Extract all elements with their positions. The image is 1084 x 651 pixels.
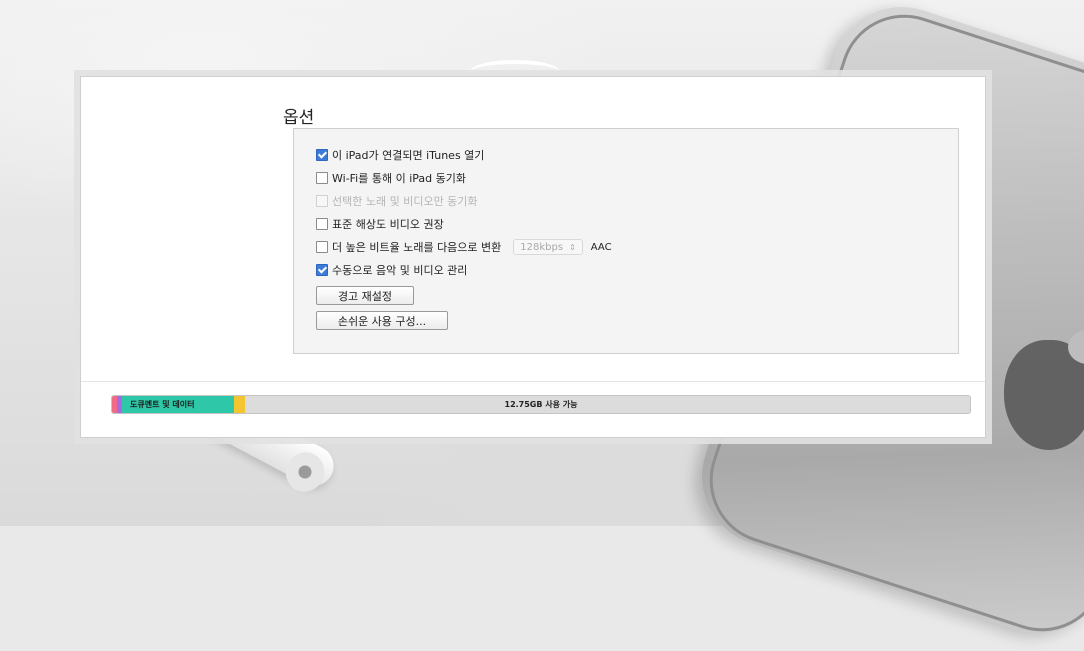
checkbox-wifi-sync[interactable] xyxy=(316,172,328,184)
option-label: 표준 해상도 비디오 권장 xyxy=(332,218,444,231)
option-manual-manage[interactable]: 수동으로 음악 및 비디오 관리 xyxy=(316,262,467,278)
bitrate-value: 128kbps xyxy=(520,241,564,253)
option-label: 수동으로 음악 및 비디오 관리 xyxy=(332,264,468,277)
storage-capacity-bar: 도큐멘트 및 데이터 12.75GB 사용 가능 xyxy=(111,395,971,414)
options-box: 이 iPad가 연결되면 iTunes 열기 Wi-Fi를 통해 이 iPad … xyxy=(293,128,959,354)
bitrate-select[interactable]: 128kbps ⇕ xyxy=(513,239,583,255)
divider xyxy=(81,381,985,382)
option-prefer-sd-video[interactable]: 표준 해상도 비디오 권장 xyxy=(316,216,444,232)
section-title: 옵션 xyxy=(283,108,315,128)
codec-label: AAC xyxy=(590,241,612,253)
accessibility-button[interactable]: 손쉬운 사용 구성... xyxy=(316,311,448,330)
option-label: 더 높은 비트율 노래를 다음으로 변환 xyxy=(332,241,502,254)
checkbox-prefer-sd-video[interactable] xyxy=(316,218,328,230)
updown-arrow-icon: ⇕ xyxy=(569,242,576,252)
checkbox-convert-bitrate[interactable] xyxy=(316,241,328,253)
option-wifi-sync[interactable]: Wi-Fi를 통해 이 iPad 동기화 xyxy=(316,170,466,186)
option-sync-checked-only: 선택한 노래 및 비디오만 동기화 xyxy=(316,193,478,209)
checkbox-sync-checked-only xyxy=(316,195,328,207)
reset-warnings-button[interactable]: 경고 재설정 xyxy=(316,286,414,305)
checkbox-manual-manage[interactable] xyxy=(316,264,328,276)
itunes-options-panel: 옵션 이 iPad가 연결되면 iTunes 열기 Wi-Fi를 통해 이 iP… xyxy=(80,76,986,438)
option-label: Wi-Fi를 통해 이 iPad 동기화 xyxy=(332,172,466,185)
checkbox-open-itunes[interactable] xyxy=(316,149,328,161)
option-convert-bitrate[interactable]: 더 높은 비트율 노래를 다음으로 변환 128kbps ⇕ AAC xyxy=(316,239,612,255)
option-label: 이 iPad가 연결되면 iTunes 열기 xyxy=(332,149,485,162)
option-label: 선택한 노래 및 비디오만 동기화 xyxy=(332,195,478,208)
available-space-label: 12.75GB 사용 가능 xyxy=(504,400,578,409)
option-open-itunes-on-connect[interactable]: 이 iPad가 연결되면 iTunes 열기 xyxy=(316,147,484,163)
